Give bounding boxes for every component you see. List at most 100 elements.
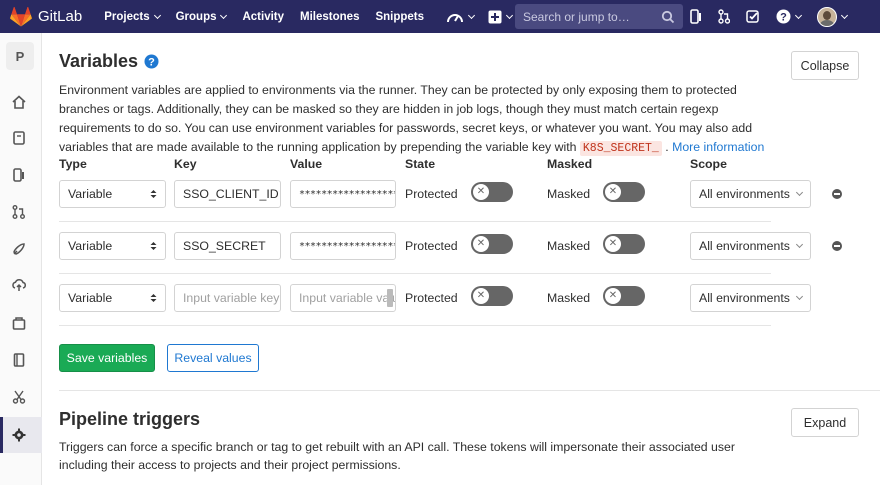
masked-label: Masked (547, 291, 591, 305)
select-arrows-icon (150, 294, 157, 302)
k8s-secret-code: K8S_SECRET_ (579, 141, 662, 156)
project-sidebar: P (0, 33, 42, 485)
protected-label: Protected (405, 239, 458, 253)
variable-type-select[interactable]: Variable (59, 284, 166, 312)
issues-icon (690, 9, 701, 24)
help-dropdown[interactable]: ? (776, 9, 803, 24)
variable-row: Variable SSO_SECRET ****************** P… (59, 222, 842, 274)
repository-icon[interactable] (11, 130, 27, 146)
variable-value-textarea[interactable]: Input variable value (290, 284, 396, 312)
nav-activity[interactable]: Activity (242, 11, 284, 23)
brand-name: GitLab (38, 8, 83, 25)
search-placeholder: Search or jump to… (523, 9, 630, 24)
rocket-icon[interactable] (11, 241, 27, 257)
remove-variable-icon[interactable] (832, 241, 842, 251)
user-menu[interactable] (817, 6, 849, 27)
navbar-right-icons: ? (690, 0, 863, 33)
masked-toggle[interactable]: ✕ (603, 234, 645, 254)
sidebar-item-settings[interactable] (0, 417, 42, 453)
chevron-down-icon (794, 11, 803, 19)
close-icon: ✕ (605, 288, 621, 304)
plus-square-icon (488, 10, 502, 23)
variables-section-title: Variables ? (59, 51, 159, 72)
issues-icon[interactable] (11, 167, 27, 183)
nav-milestones[interactable]: Milestones (300, 11, 359, 23)
gitlab-logo-icon (10, 6, 32, 27)
merge-requests-icon[interactable] (11, 204, 27, 220)
question-circle-icon[interactable]: ? (144, 54, 159, 69)
environment-scope-dropdown[interactable]: All environments (690, 180, 811, 208)
wiki-icon[interactable] (11, 352, 27, 368)
close-icon: ✕ (473, 236, 489, 252)
new-item-dropdown[interactable] (488, 10, 514, 24)
column-header-value: Value (290, 157, 323, 171)
chevron-down-icon (153, 11, 161, 19)
help-question-icon: ? (776, 9, 791, 24)
svg-text:?: ? (148, 57, 155, 69)
close-icon: ✕ (473, 184, 489, 200)
pipeline-triggers-description: Triggers can force a specific branch or … (59, 440, 735, 472)
masked-label: Masked (547, 239, 591, 253)
issues-link[interactable] (690, 9, 702, 24)
protected-label: Protected (405, 187, 458, 201)
column-header-masked: Masked (547, 157, 593, 171)
column-header-state: State (405, 157, 436, 171)
masked-toggle[interactable]: ✕ (603, 182, 645, 202)
protected-toggle[interactable]: ✕ (471, 234, 513, 254)
search-icon (661, 10, 675, 23)
protected-toggle[interactable]: ✕ (471, 286, 513, 306)
masked-toggle[interactable]: ✕ (603, 286, 645, 306)
reveal-values-button[interactable]: Reveal values (167, 344, 259, 372)
chevron-down-icon (795, 240, 804, 249)
project-avatar[interactable]: P (6, 42, 34, 70)
protected-label: Protected (405, 291, 458, 305)
performance-dropdown[interactable] (446, 10, 476, 24)
variable-row-new: Variable Input variable key Input variab… (59, 274, 811, 326)
close-icon: ✕ (473, 288, 489, 304)
environment-scope-dropdown[interactable]: All environments (690, 232, 811, 260)
variable-value-input[interactable]: ****************** (290, 232, 396, 260)
variable-type-select[interactable]: Variable (59, 232, 166, 260)
snippets-icon[interactable] (11, 389, 27, 405)
merge-requests-link[interactable] (718, 9, 730, 24)
variable-key-input[interactable]: SSO_SECRET (174, 232, 281, 260)
select-arrows-icon (150, 190, 157, 198)
todos-link[interactable] (746, 9, 760, 24)
merge-request-icon (718, 9, 730, 24)
variable-row: Variable SSO_CLIENT_ID *****************… (59, 170, 842, 222)
svg-text:?: ? (780, 12, 787, 24)
protected-toggle[interactable]: ✕ (471, 182, 513, 202)
gitlab-home-link[interactable]: GitLab (10, 0, 82, 33)
nav-groups[interactable]: Groups (176, 11, 228, 23)
dashboard-gauge-icon (447, 13, 464, 22)
todo-check-icon (746, 9, 759, 23)
nav-snippets[interactable]: Snippets (375, 11, 424, 23)
select-arrows-icon (150, 242, 157, 250)
variable-value-input[interactable]: ****************** (290, 180, 396, 208)
close-icon: ✕ (605, 184, 621, 200)
variable-key-input[interactable]: SSO_CLIENT_ID (174, 180, 281, 208)
masked-label: Masked (547, 187, 591, 201)
search-input[interactable]: Search or jump to… (515, 4, 683, 29)
more-information-link[interactable]: More information (672, 140, 764, 154)
home-icon[interactable] (11, 94, 27, 110)
variable-type-select[interactable]: Variable (59, 180, 166, 208)
chevron-down-icon (840, 11, 849, 19)
column-header-scope: Scope (690, 157, 727, 171)
save-variables-button[interactable]: Save variables (59, 344, 155, 372)
textarea-scrollbar[interactable] (387, 289, 393, 307)
column-header-key: Key (174, 157, 197, 171)
chevron-down-icon (795, 292, 804, 301)
variable-key-input[interactable]: Input variable key (174, 284, 281, 312)
collapse-button[interactable]: Collapse (791, 51, 859, 80)
pipeline-triggers-title: Pipeline triggers (59, 409, 201, 429)
remove-variable-icon[interactable] (832, 189, 842, 199)
environment-scope-dropdown[interactable]: All environments (690, 284, 811, 312)
column-header-type: Type (59, 157, 87, 171)
operations-icon[interactable] (11, 277, 27, 293)
settings-icon (12, 428, 26, 442)
variables-description: Environment variables are applied to env… (59, 83, 765, 156)
expand-button[interactable]: Expand (791, 408, 859, 437)
nav-projects[interactable]: Projects (104, 11, 161, 23)
packages-icon[interactable] (11, 315, 27, 331)
